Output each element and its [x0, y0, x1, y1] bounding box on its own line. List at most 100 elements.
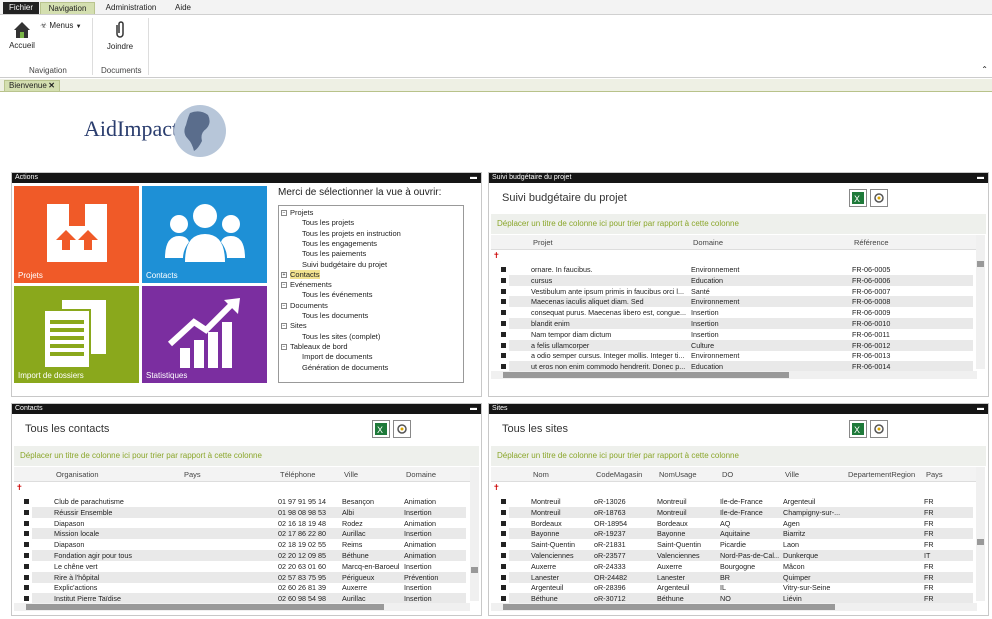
table-row[interactable]: Valenciennes oR-23577 Valenciennes Nord-Pas… [501, 550, 973, 561]
table-row[interactable]: Fondation agir pour tous 02 20 12 09 85 Bé… [24, 550, 466, 561]
column-header[interactable]: Organisation [56, 470, 99, 479]
tree-item[interactable]: Tous les projets [302, 218, 354, 227]
column-header[interactable]: Projet [533, 238, 553, 247]
table-row[interactable]: consequat purus. Maecenas libero est, co… [501, 307, 973, 318]
tree-item[interactable]: Tous les paiements [302, 249, 366, 258]
column-header[interactable]: DepartementRegion [848, 470, 915, 479]
export-excel-button[interactable]: X [849, 420, 867, 438]
column-header[interactable]: Pays [184, 470, 201, 479]
table-row[interactable]: Le chêne vert 02 20 63 01 60 Marcq-en-Baro… [24, 561, 466, 572]
column-header[interactable]: Ville [785, 470, 799, 479]
tree-expander[interactable]: − [281, 302, 287, 309]
column-header[interactable]: Ville [344, 470, 358, 479]
tree-item[interactable]: Tous les documents [302, 311, 368, 320]
table-row[interactable]: Montreuil oR-18763 Montreuil Ile-de-France C… [501, 506, 973, 518]
table-row[interactable]: ornare. In faucibus. Environnement FR-06-0… [501, 264, 973, 275]
close-icon[interactable]: ✕ [48, 81, 55, 91]
column-header[interactable]: Pays [926, 470, 943, 479]
tile-projets[interactable]: Projets [14, 186, 139, 283]
table-row[interactable]: a felis ullamcorper Culture FR-06-0012 [501, 339, 973, 351]
table-row[interactable]: Diapason 02 16 18 19 48 Rodez Animation [24, 518, 466, 529]
table-row[interactable]: Mission locale 02 17 86 22 80 Aurillac Inse… [24, 528, 466, 540]
tree-item[interactable]: Suivi budgétaire du projet [302, 260, 387, 269]
table-row[interactable]: Nam tempor diam dictum Insertion FR-06-001… [501, 329, 973, 340]
collapse-ribbon-icon[interactable]: ⌃ [981, 65, 988, 74]
row-indicator-icon [501, 509, 506, 515]
table-row[interactable]: Saint-Quentin oR-21831 Saint-Quentin Picard… [501, 539, 973, 550]
tree-item[interactable]: Documents [290, 301, 328, 310]
menu-navigation[interactable]: Navigation [40, 2, 95, 14]
tree-expander[interactable]: − [281, 323, 287, 330]
accueil-button[interactable]: Accueil [6, 21, 38, 50]
column-header[interactable]: Référence [854, 238, 889, 247]
table-cell: FR-06-0011 [852, 329, 890, 339]
minimize-icon[interactable]: ▬ [470, 404, 477, 414]
refresh-button[interactable] [870, 189, 888, 207]
table-row[interactable]: Bordeaux OR-18954 Bordeaux AQ Agen FR [501, 518, 973, 529]
export-excel-button[interactable]: X [372, 420, 390, 438]
refresh-button[interactable] [393, 420, 411, 438]
column-header[interactable]: Nom [533, 470, 549, 479]
column-header[interactable]: DO [722, 470, 733, 479]
tree-expander[interactable]: + [281, 271, 287, 278]
tree-item[interactable]: Evénements [290, 280, 332, 289]
contacts-horizontal-scrollbar[interactable] [14, 603, 470, 611]
tree-item[interactable]: Contacts [290, 269, 320, 279]
refresh-button[interactable] [870, 420, 888, 438]
table-row[interactable]: Explic'actions 02 60 26 81 39 Auxerre Inser… [24, 582, 466, 593]
svg-text:X: X [854, 425, 860, 435]
ribbon: Accueil ☣ Menus ▼ Navigation Joindre Doc… [0, 15, 992, 78]
column-header[interactable]: NomUsage [659, 470, 697, 479]
table-row[interactable]: Diapason 02 18 19 02 55 Reims Animation [24, 539, 466, 550]
tile-statistiques[interactable]: Statistiques [142, 286, 267, 383]
budget-horizontal-scrollbar[interactable] [491, 371, 977, 379]
table-cell: FR-06-0013 [852, 351, 891, 361]
tree-expander[interactable]: − [281, 210, 287, 216]
table-row[interactable]: a odio semper cursus. Integer mollis. In… [501, 350, 973, 361]
tree-expander[interactable]: − [281, 282, 287, 289]
table-row[interactable]: Auxerre oR-24333 Auxerre Bourgogne Mâcon FR [501, 561, 973, 572]
table-row[interactable]: Réussir Ensemble 01 98 08 98 53 Albi Insert… [24, 506, 466, 518]
column-header[interactable]: Domaine [693, 238, 723, 247]
column-header[interactable]: Téléphone [280, 470, 315, 479]
tree-item[interactable]: Tous les événements [302, 290, 372, 299]
export-excel-button[interactable]: X [849, 189, 867, 207]
table-row[interactable]: Club de parachutisme 01 97 91 95 14 Besanç… [24, 496, 466, 507]
table-row[interactable]: Bayonne oR-19237 Bayonne Aquitaine Biarritz F… [501, 528, 973, 540]
budget-vertical-scrollbar[interactable] [976, 235, 985, 369]
column-header[interactable]: Domaine [406, 470, 436, 479]
tile-import[interactable]: Import de dossiers [14, 286, 139, 383]
tab-bienvenue[interactable]: Bienvenue ✕ [4, 80, 60, 92]
tree-expander[interactable]: − [281, 343, 287, 350]
joindre-button[interactable]: Joindre [104, 20, 136, 51]
menus-dropdown[interactable]: ☣ Menus ▼ [40, 21, 90, 30]
tree-item[interactable]: Projets [290, 208, 313, 217]
table-row[interactable]: blandit enim Insertion FR-06-0010 [501, 318, 973, 329]
tree-item[interactable]: Tous les sites (complet) [302, 332, 380, 341]
tree-item[interactable]: Sites [290, 321, 307, 330]
table-row[interactable]: Rire à l'hôpital 02 57 83 75 95 Périgueux P… [24, 571, 466, 583]
table-row[interactable]: Argenteuil oR-28396 Argenteuil IL Vitry-sur-… [501, 582, 973, 593]
tree-item[interactable]: Tous les engagements [302, 239, 377, 248]
sites-vertical-scrollbar[interactable] [976, 467, 985, 601]
budget-column-header: Projet Domaine Référence [491, 235, 978, 250]
minimize-icon[interactable]: ▬ [470, 173, 477, 183]
tree-item[interactable]: Tableaux de bord [290, 342, 348, 351]
menu-administration[interactable]: Administration [100, 2, 162, 14]
table-row[interactable]: Vestibulum ante ipsum primis in faucibus… [501, 286, 973, 297]
menu-aide[interactable]: Aide [168, 2, 198, 14]
contacts-vertical-scrollbar[interactable] [470, 467, 479, 601]
tree-item[interactable]: Import de documents [302, 352, 372, 361]
sites-horizontal-scrollbar[interactable] [491, 603, 977, 611]
table-row[interactable]: Lanester OR-24482 Lanester BR Quimper FR [501, 571, 973, 583]
table-row[interactable]: cursus Education FR-06-0006 [501, 274, 973, 286]
table-row[interactable]: Montreuil oR-13026 Montreuil Ile-de-France A… [501, 496, 973, 507]
minimize-icon[interactable]: ▬ [977, 173, 984, 183]
table-row[interactable]: Maecenas iaculis aliquet diam. Sed Enviro… [501, 296, 973, 308]
minimize-icon[interactable]: ▬ [977, 404, 984, 414]
menu-fichier[interactable]: Fichier [3, 2, 39, 14]
tile-contacts[interactable]: Contacts [142, 186, 267, 283]
tree-item[interactable]: Génération de documents [302, 363, 388, 372]
column-header[interactable]: CodeMagasin [596, 470, 642, 479]
tree-item[interactable]: Tous les projets en instruction [302, 229, 401, 238]
